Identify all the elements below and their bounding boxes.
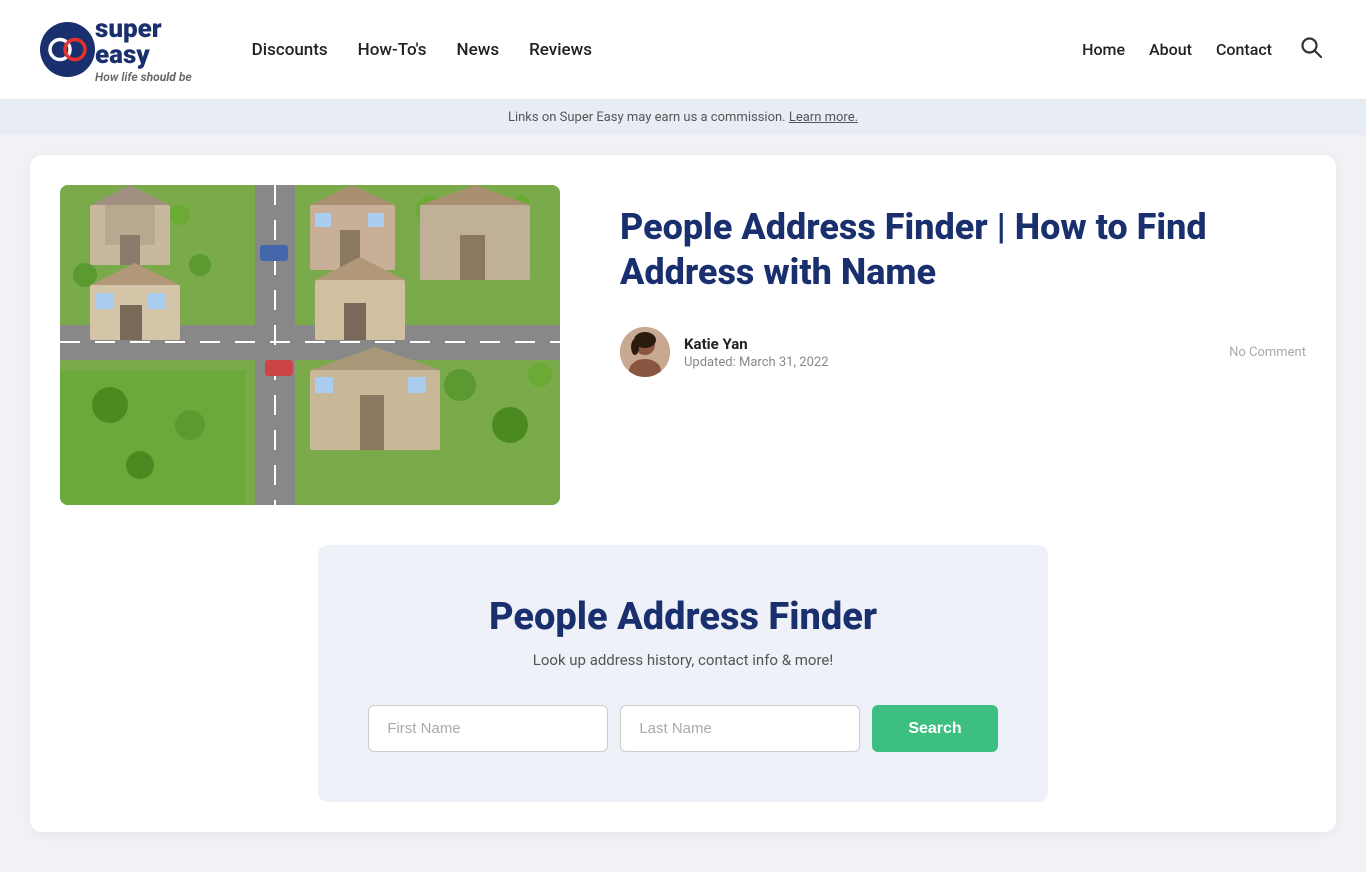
nav-discounts[interactable]: Discounts <box>252 40 328 60</box>
finder-subtitle: Look up address history, contact info & … <box>358 651 1008 669</box>
search-icon <box>1300 36 1322 58</box>
finder-widget: People Address Finder Look up address hi… <box>318 545 1048 802</box>
article-meta: People Address Finder | How to Find Addr… <box>620 185 1306 377</box>
logo-easy: easy <box>95 40 150 70</box>
nav-news[interactable]: News <box>457 40 500 60</box>
finder-title: People Address Finder <box>358 595 1008 639</box>
disclaimer-bar: Links on Super Easy may earn us a commis… <box>0 100 1366 135</box>
article-card: People Address Finder | How to Find Addr… <box>30 155 1336 832</box>
last-name-input[interactable] <box>620 705 860 752</box>
right-nav-contact[interactable]: Contact <box>1216 40 1272 59</box>
article-header: People Address Finder | How to Find Addr… <box>60 185 1306 505</box>
author-avatar <box>620 327 670 377</box>
article-hero-image <box>60 185 560 505</box>
logo-text: super easy How life should be <box>95 16 192 84</box>
first-name-input[interactable] <box>368 705 608 752</box>
article-title: People Address Finder | How to Find Addr… <box>620 205 1306 295</box>
site-header: super easy How life should be Discounts … <box>0 0 1366 100</box>
author-info: Katie Yan Updated: March 31, 2022 <box>684 335 829 370</box>
right-nav-home[interactable]: Home <box>1082 40 1125 59</box>
right-nav: Home About Contact <box>1082 32 1326 68</box>
author-name: Katie Yan <box>684 335 829 353</box>
author-date: Updated: March 31, 2022 <box>684 355 829 370</box>
disclaimer-text: Links on Super Easy may earn us a commis… <box>508 110 789 125</box>
right-nav-about[interactable]: About <box>1149 40 1192 59</box>
nav-howtos[interactable]: How-To's <box>358 40 427 60</box>
logo-tagline: How life should be <box>95 70 192 84</box>
finder-form: Search <box>358 705 1008 752</box>
logo-icon <box>40 22 95 77</box>
logo[interactable]: super easy How life should be <box>40 16 192 84</box>
nav-reviews[interactable]: Reviews <box>529 40 592 60</box>
disclaimer-link[interactable]: Learn more. <box>789 110 858 125</box>
search-icon-button[interactable] <box>1296 32 1326 68</box>
main-nav: Discounts How-To's News Reviews <box>252 40 1082 60</box>
search-button[interactable]: Search <box>872 705 997 752</box>
main-content: People Address Finder | How to Find Addr… <box>0 135 1366 872</box>
no-comment-label: No Comment <box>1229 345 1306 360</box>
author-row: Katie Yan Updated: March 31, 2022 No Com… <box>620 327 1306 377</box>
